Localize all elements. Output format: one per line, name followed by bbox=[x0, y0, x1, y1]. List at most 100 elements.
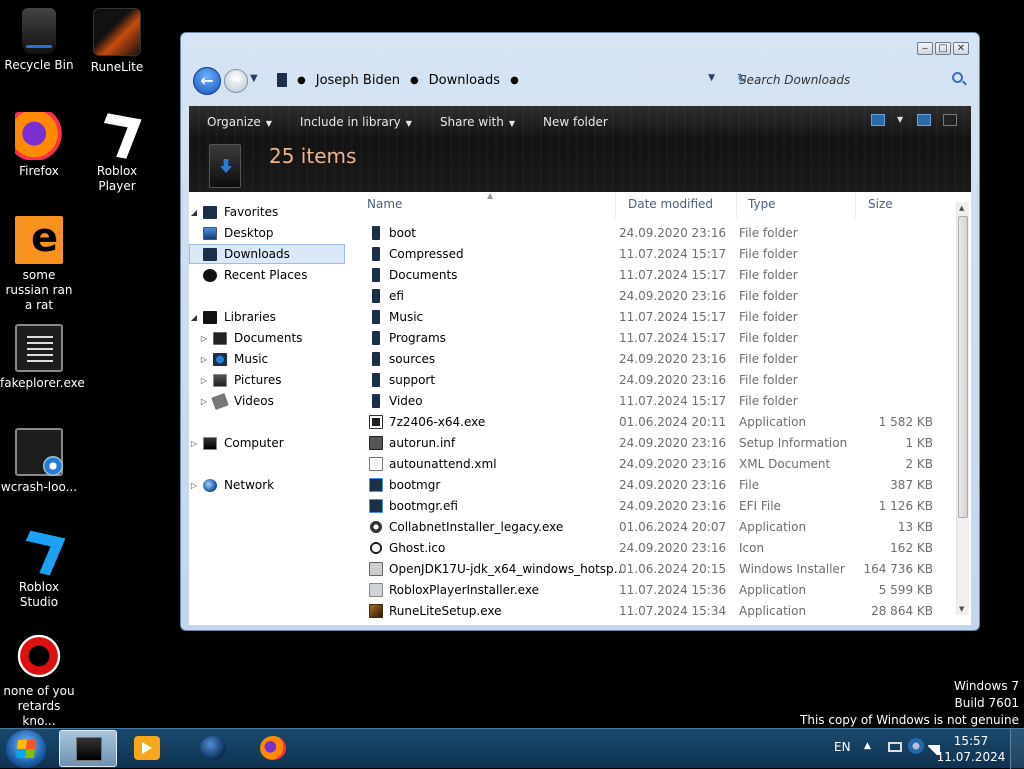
nav-item-libraries[interactable]: ◢ Libraries bbox=[189, 307, 345, 327]
organize-button[interactable]: Organize ▼ bbox=[189, 115, 282, 129]
desktop-icon-wcrash[interactable]: wcrash-loo... bbox=[0, 428, 78, 495]
desktop-icon-rat[interactable]: some russian ran a rat bbox=[0, 216, 78, 313]
collapsed-triangle-icon[interactable]: ▷ bbox=[189, 439, 199, 448]
file-row[interactable]: autounattend.xml 24.09.2020 23:16 XML Docu… bbox=[357, 453, 955, 474]
desktop-icon-runelite[interactable]: RuneLite bbox=[78, 8, 156, 75]
column-header-date[interactable]: Date modified bbox=[628, 197, 713, 211]
scrollbar-thumb[interactable] bbox=[958, 216, 968, 518]
breadcrumb-chevron-icon[interactable]: ● bbox=[510, 75, 519, 86]
collapsed-triangle-icon[interactable]: ▷ bbox=[199, 355, 209, 364]
collapsed-triangle-icon[interactable]: ▷ bbox=[199, 376, 209, 385]
nav-item-recent-places[interactable]: Recent Places bbox=[189, 265, 345, 285]
desktop-icon-firefox[interactable]: Firefox bbox=[0, 112, 78, 179]
file-row[interactable]: RuneLiteSetup.exe 11.07.2024 15:34 Applica… bbox=[357, 600, 955, 621]
file-row[interactable]: boot 24.09.2020 23:16 File folder bbox=[357, 222, 955, 243]
breadcrumb-chevron-icon[interactable]: ● bbox=[297, 75, 306, 86]
file-row[interactable]: bootmgr.efi 24.09.2020 23:16 EFI File 1 126… bbox=[357, 495, 955, 516]
column-header-size[interactable]: Size bbox=[868, 197, 893, 211]
nav-item-pictures[interactable]: ▷ Pictures bbox=[189, 370, 345, 390]
file-row[interactable]: Compressed 11.07.2024 15:17 File folder bbox=[357, 243, 955, 264]
file-row[interactable]: sources 24.09.2020 23:16 File folder bbox=[357, 348, 955, 369]
nav-item-computer[interactable]: ▷ Computer bbox=[189, 433, 345, 453]
file-row[interactable]: Ghost.ico 24.09.2020 23:16 Icon 162 KB bbox=[357, 537, 955, 558]
scroll-up-icon[interactable]: ▲ bbox=[959, 204, 964, 212]
nav-item-documents[interactable]: ▷ Documents bbox=[189, 328, 345, 348]
nav-item-videos[interactable]: ▷ Videos bbox=[189, 391, 345, 411]
desktop-icon-roblox-studio[interactable]: Roblox Studio bbox=[0, 528, 78, 610]
file-row[interactable]: autorun.inf 24.09.2020 23:16 Setup Informa… bbox=[357, 432, 955, 453]
search-input[interactable]: Search Downloads bbox=[729, 67, 969, 93]
search-icon[interactable] bbox=[952, 72, 963, 83]
collapsed-triangle-icon[interactable]: ▷ bbox=[199, 334, 209, 343]
close-button[interactable]: ✕ bbox=[953, 42, 969, 55]
nav-item-desktop[interactable]: Desktop bbox=[189, 223, 345, 243]
column-header-type[interactable]: Type bbox=[748, 197, 776, 211]
file-type: File folder bbox=[739, 288, 798, 303]
file-row[interactable]: RobloxPlayerInstaller.exe 11.07.2024 15:3… bbox=[357, 579, 955, 600]
expanded-triangle-icon[interactable]: ◢ bbox=[189, 208, 199, 217]
nav-item-network[interactable]: ▷ Network bbox=[189, 475, 345, 495]
language-indicator[interactable]: EN bbox=[834, 740, 851, 754]
file-list-pane: Name ▲ Date modified Type Size boot 24.09… bbox=[357, 192, 971, 625]
vertical-scrollbar[interactable]: ▲ ▼ bbox=[956, 202, 969, 615]
address-bar[interactable]: ● Joseph Biden ● Downloads ● ▼ ↻ bbox=[263, 67, 747, 93]
nav-label: Network bbox=[224, 478, 275, 492]
maximize-button[interactable]: □ bbox=[935, 42, 951, 55]
scroll-down-icon[interactable]: ▼ bbox=[959, 605, 964, 613]
desktop-icon-none[interactable]: none of you retards kno... bbox=[0, 632, 78, 729]
taskbar-explorer[interactable] bbox=[59, 730, 117, 767]
nav-item-downloads[interactable]: Downloads bbox=[189, 244, 345, 264]
file-row[interactable]: bootmgr 24.09.2020 23:16 File 387 KB bbox=[357, 474, 955, 495]
file-row[interactable]: 7z2406-x64.exe 01.06.2024 20:11 Applicatio… bbox=[357, 411, 955, 432]
collapsed-triangle-icon[interactable]: ▷ bbox=[199, 397, 209, 406]
organize-label: Organize bbox=[207, 115, 261, 129]
show-desktop-button[interactable] bbox=[1010, 729, 1024, 769]
file-name: autorun.inf bbox=[389, 435, 456, 450]
column-header-name[interactable]: Name bbox=[367, 197, 402, 211]
file-row[interactable]: support 24.09.2020 23:16 File folder bbox=[357, 369, 955, 390]
file-type: Icon bbox=[739, 540, 765, 555]
network-status-icon[interactable] bbox=[908, 738, 924, 754]
file-row[interactable]: Programs 11.07.2024 15:17 File folder bbox=[357, 327, 955, 348]
file-row[interactable]: Video 11.07.2024 15:17 File folder bbox=[357, 390, 955, 411]
file-row[interactable]: OpenJDK17U-jdk_x64_windows_hotspot_... 01… bbox=[357, 558, 955, 579]
minimize-button[interactable]: ‒ bbox=[917, 42, 933, 55]
view-dropdown-icon[interactable]: ▼ bbox=[897, 114, 905, 126]
show-hidden-icons-icon[interactable]: ▲ bbox=[864, 741, 871, 751]
file-row[interactable]: Music 11.07.2024 15:17 File folder bbox=[357, 306, 955, 327]
nav-item-favorites[interactable]: ◢ Favorites bbox=[189, 202, 345, 222]
videos-icon bbox=[211, 392, 229, 410]
desktop-icon-recycle-bin[interactable]: Recycle Bin bbox=[0, 8, 78, 73]
breadcrumb-downloads[interactable]: Downloads bbox=[429, 73, 500, 88]
back-button[interactable]: ← bbox=[193, 67, 221, 95]
desktop-icon-label: RuneLite bbox=[90, 60, 144, 74]
file-row[interactable]: Documents 11.07.2024 15:17 File folder bbox=[357, 264, 955, 285]
new-folder-button[interactable]: New folder bbox=[525, 115, 618, 129]
item-count: 25 items bbox=[269, 144, 357, 168]
taskbar-firefox[interactable] bbox=[244, 730, 302, 767]
file-row[interactable]: CollabnetInstaller_legacy.exe 01.06.2024 … bbox=[357, 516, 955, 537]
recent-pages-dropdown[interactable]: ▼ bbox=[250, 73, 258, 84]
file-type: Setup Information bbox=[739, 435, 848, 450]
address-dropdown-icon[interactable]: ▼ bbox=[708, 73, 715, 83]
taskbar-globe[interactable] bbox=[184, 730, 242, 767]
forward-button[interactable]: → bbox=[224, 69, 248, 93]
breadcrumb-user[interactable]: Joseph Biden bbox=[316, 73, 400, 88]
preview-pane-icon[interactable] bbox=[917, 114, 931, 126]
nav-item-music[interactable]: ▷ Music bbox=[189, 349, 345, 369]
help-icon[interactable] bbox=[943, 114, 957, 126]
clock[interactable]: 15:57 11.07.2024 bbox=[936, 733, 1006, 765]
share-with-button[interactable]: Share with ▼ bbox=[422, 115, 525, 129]
file-row[interactable]: efi 24.09.2020 23:16 File folder bbox=[357, 285, 955, 306]
change-view-icon[interactable] bbox=[871, 114, 885, 126]
expanded-triangle-icon[interactable]: ◢ bbox=[189, 313, 199, 322]
include-in-library-button[interactable]: Include in library ▼ bbox=[282, 115, 422, 129]
pictures-icon bbox=[213, 373, 227, 387]
desktop-icon-fakeplorer[interactable]: fakeplorer.exe bbox=[0, 324, 85, 391]
display-icon[interactable] bbox=[888, 742, 902, 752]
desktop-icon-roblox-player[interactable]: Roblox Player bbox=[78, 112, 156, 194]
collapsed-triangle-icon[interactable]: ▷ bbox=[189, 481, 199, 490]
breadcrumb-chevron-icon[interactable]: ● bbox=[410, 75, 419, 86]
start-button[interactable] bbox=[6, 730, 46, 768]
taskbar-media-player[interactable] bbox=[118, 730, 176, 767]
